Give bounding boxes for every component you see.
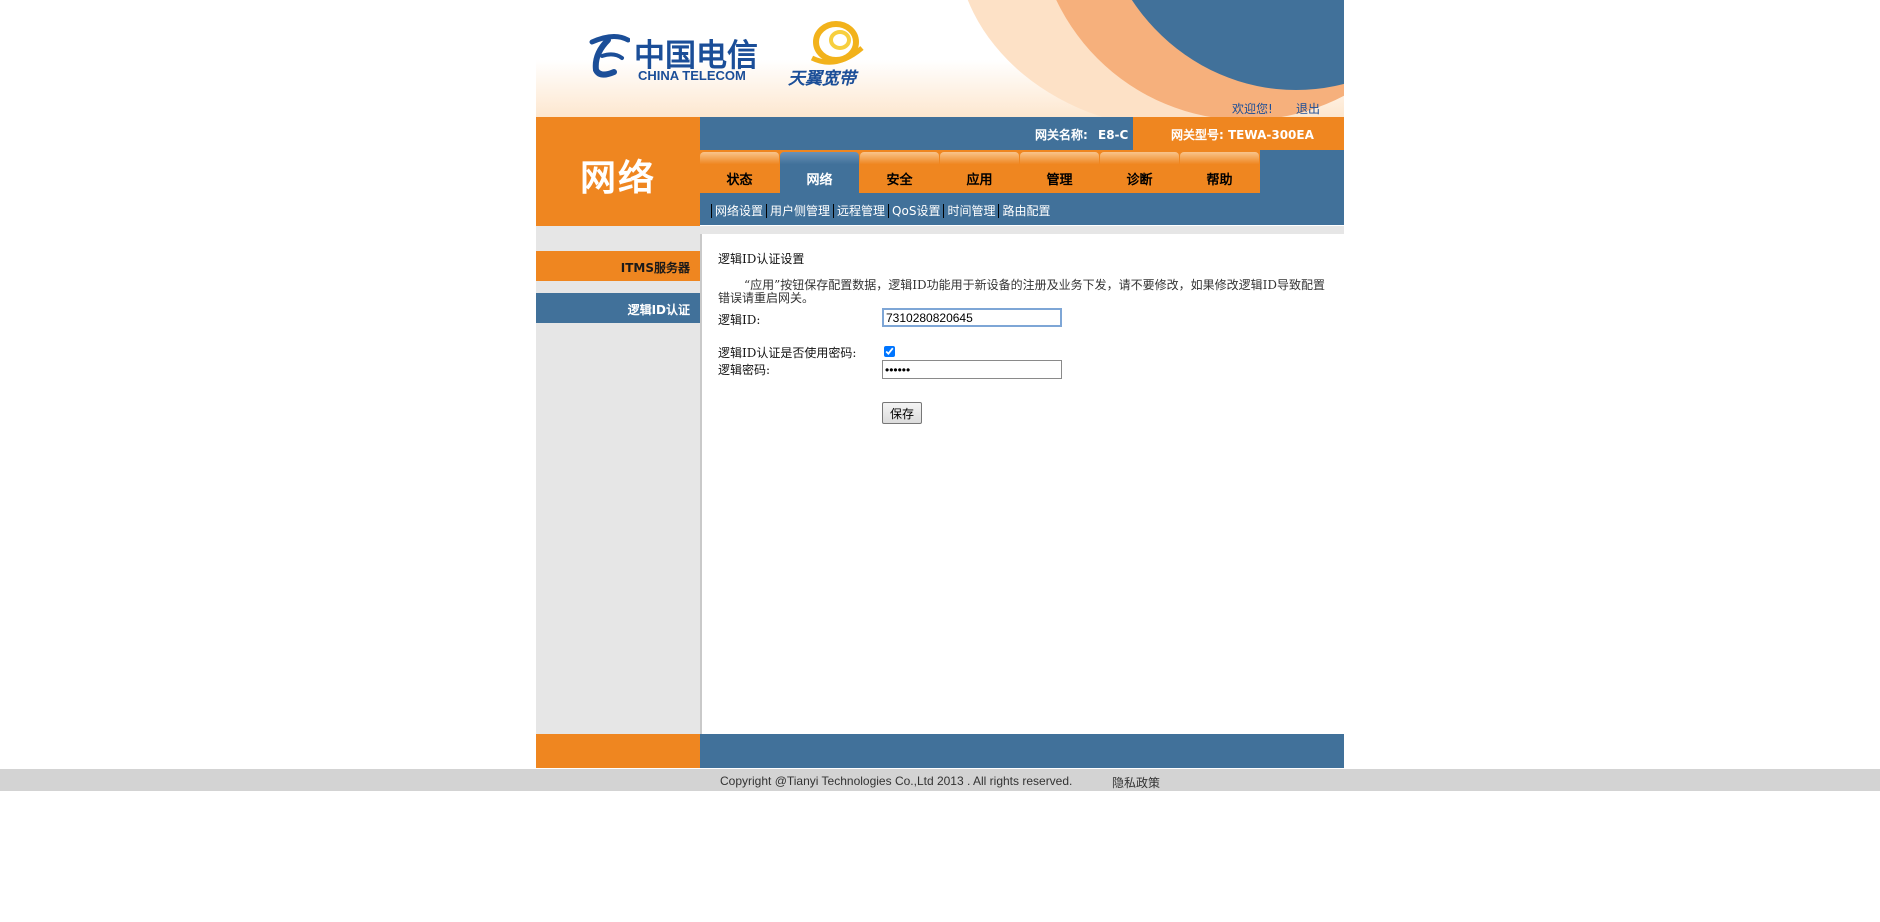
tab-label: 诊断 [1126, 173, 1153, 188]
sidebar-item-logic-id-auth[interactable]: 逻辑ID认证 [536, 293, 700, 323]
subnav-remote-management[interactable]: 远程管理 [837, 204, 885, 218]
subnav-separator [998, 203, 1000, 218]
use-password-label: 逻辑ID认证是否使用密码: [718, 346, 857, 360]
footer-orange-band [536, 734, 700, 768]
tianyi-brand-text: 天翼宽带 [788, 69, 856, 89]
subnav-separator [888, 203, 890, 218]
header: 中国电信 CHINA TELECOM 天翼宽带 欢迎您! 退出 [536, 0, 1344, 117]
welcome-text: 欢迎您! [1232, 102, 1273, 116]
sidebar-item-label: 逻辑ID认证 [627, 303, 690, 317]
copyright-bar: Copyright @Tianyi Technologies Co.,Ltd 2… [0, 769, 1880, 791]
tab-management[interactable]: 管理 [1020, 152, 1099, 193]
copyright-text: Copyright @Tianyi Technologies Co.,Ltd 2… [720, 774, 1073, 788]
tab-label: 网络 [806, 173, 833, 188]
subnav-qos-settings[interactable]: QoS设置 [892, 204, 940, 218]
tianyi-swirl-icon [810, 21, 864, 65]
gateway-model: 网关型号: TEWA-300EA [1171, 126, 1314, 143]
tab-label: 安全 [886, 173, 913, 188]
logic-password-input[interactable] [882, 360, 1062, 379]
subnav-separator [943, 203, 945, 218]
router-admin-frame: 中国电信 CHINA TELECOM 天翼宽带 欢迎您! 退出 网络 网关名称:… [536, 0, 1346, 770]
privacy-policy-link[interactable]: 隐私政策 [1112, 774, 1160, 791]
subnav: 网络设置 用户侧管理 远程管理 QoS设置 时间管理 路由配置 [700, 193, 1344, 225]
tab-network[interactable]: 网络 [780, 152, 859, 193]
gateway-model-label: 网关型号: [1171, 128, 1224, 142]
tab-label: 帮助 [1206, 173, 1233, 188]
tab-application[interactable]: 应用 [940, 152, 1019, 193]
section-title: 网络 [579, 158, 656, 199]
sidebar-item-itms-server[interactable]: ITMS服务器 [536, 251, 700, 281]
tabs-right-pad [1260, 150, 1344, 193]
subnav-separator [766, 203, 768, 218]
gap-band-left [536, 226, 700, 234]
tab-help[interactable]: 帮助 [1180, 152, 1259, 193]
subnav-network-settings[interactable]: 网络设置 [715, 204, 763, 218]
logic-password-label: 逻辑密码: [718, 363, 771, 377]
tab-security[interactable]: 安全 [860, 152, 939, 193]
gateway-model-value: TEWA-300EA [1228, 128, 1314, 142]
tab-label: 应用 [966, 173, 993, 188]
subnav-routing-config[interactable]: 路由配置 [1002, 204, 1050, 218]
page-title: 逻辑ID认证设置 [718, 252, 805, 266]
china-telecom-e-icon [589, 34, 630, 78]
gateway-info-bar: 网关名称: E8-C 网关型号: TEWA-300EA [700, 117, 1344, 150]
tab-label: 管理 [1046, 173, 1073, 188]
gateway-name: 网关名称: E8-C [1035, 126, 1128, 143]
gateway-name-value: E8-C [1098, 128, 1129, 142]
logout-link[interactable]: 退出 [1296, 100, 1320, 117]
subnav-separator [711, 203, 712, 218]
main-content: 逻辑ID认证设置 “应用”按钮保存配置数据，逻辑ID功能用于新设备的注册及业务下… [700, 234, 1346, 734]
page-description: “应用”按钮保存配置数据，逻辑ID功能用于新设备的注册及业务下发，请不要修改，如… [718, 278, 1325, 305]
gateway-model-box: 网关型号: TEWA-300EA [1133, 117, 1344, 150]
subnav-separator [833, 203, 835, 218]
use-password-checkbox[interactable] [884, 346, 895, 357]
sidebar: ITMS服务器 逻辑ID认证 [536, 234, 700, 734]
subnav-user-side-management[interactable]: 用户侧管理 [770, 204, 830, 218]
sidebar-item-label: ITMS服务器 [620, 261, 690, 275]
logic-id-input[interactable] [882, 308, 1062, 327]
footer-blue-band [700, 734, 1344, 768]
gateway-name-label: 网关名称: [1035, 128, 1088, 142]
logic-id-label: 逻辑ID: [718, 313, 761, 327]
china-telecom-logo: 中国电信 CHINA TELECOM [584, 30, 764, 90]
subnav-items: 网络设置 用户侧管理 远程管理 QoS设置 时间管理 路由配置 [708, 202, 1050, 219]
tab-label: 状态 [726, 173, 753, 188]
subnav-time-management[interactable]: 时间管理 [947, 204, 995, 218]
save-button[interactable]: 保存 [882, 402, 922, 424]
tab-diagnostics[interactable]: 诊断 [1100, 152, 1179, 193]
china-telecom-en-text: CHINA TELECOM [638, 68, 746, 83]
tab-status[interactable]: 状态 [700, 152, 779, 193]
tianyi-logo: 天翼宽带 [788, 18, 878, 89]
section-box: 网络 [536, 117, 700, 226]
